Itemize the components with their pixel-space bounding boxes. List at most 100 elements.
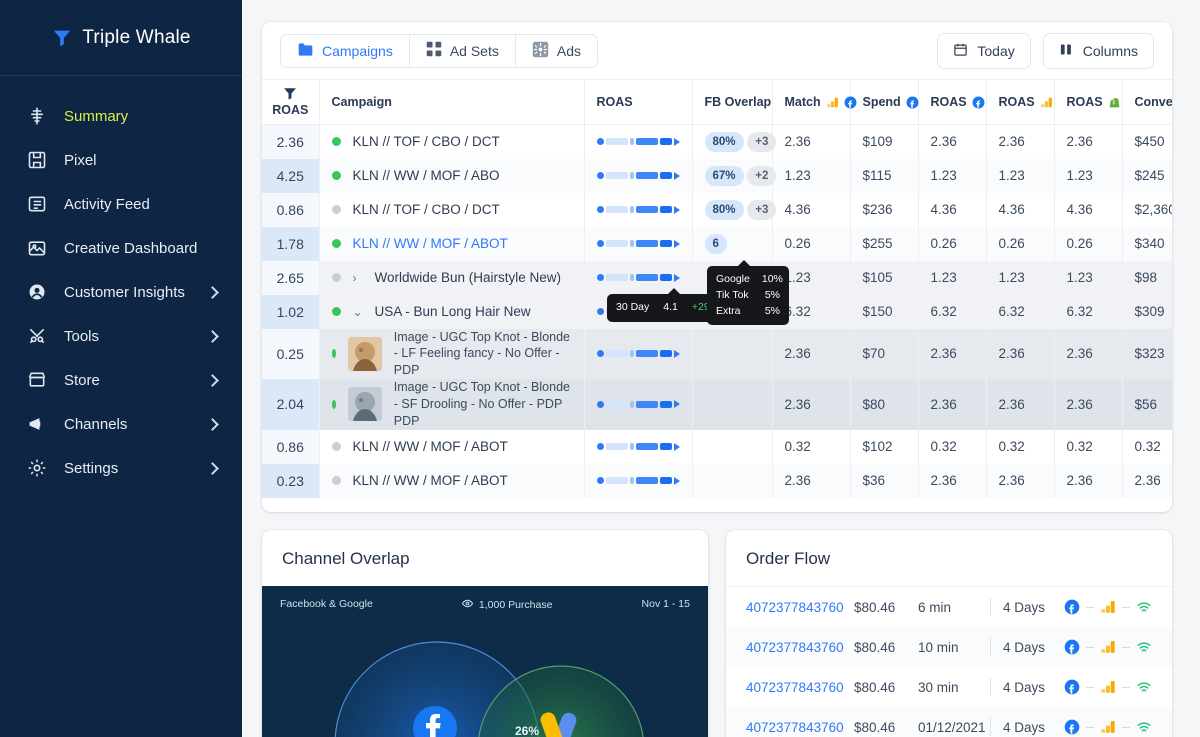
spark-segment [606, 274, 628, 281]
column-header-roas-spark[interactable]: ROAS [584, 80, 692, 125]
roas-sparkline[interactable] [597, 138, 680, 146]
column-header-match[interactable]: Match [772, 80, 850, 125]
chevron-right-icon[interactable] [206, 418, 219, 431]
tab-ad-sets[interactable]: Ad Sets [410, 35, 516, 67]
column-header-conversion-value[interactable]: Conver [1122, 80, 1172, 125]
facebook-icon [972, 96, 985, 109]
campaign-name[interactable]: Image - UGC Top Knot - Blonde - SF Drool… [394, 379, 572, 430]
sidebar-item-label: Activity Feed [64, 196, 220, 213]
table-row[interactable]: 4.25KLN // WW / MOF / ABO67% +21.23$1151… [262, 159, 1172, 193]
order-id-link[interactable]: 4072377843760 [746, 720, 854, 735]
channel-overlap-title: Channel Overlap [262, 530, 708, 586]
cell-conversion-value: 0.32 [1122, 430, 1172, 464]
chevron-right-icon[interactable]: › [353, 271, 363, 285]
table-row[interactable]: 0.23KLN // WW / MOF / ABOT2.36$362.362.3… [262, 464, 1172, 498]
roas-sparkline[interactable] [597, 443, 680, 451]
sidebar-item-label: Channels [64, 416, 192, 433]
fb-overlap-more[interactable]: +2 [747, 166, 776, 186]
column-header-fb-overlap[interactable]: FB Overlap [692, 80, 772, 125]
campaign-name[interactable]: KLN // WW / MOF / ABO [353, 168, 500, 183]
order-id-link[interactable]: 4072377843760 [746, 680, 854, 695]
roas-sparkline[interactable] [597, 240, 680, 248]
roas-sparkline[interactable] [597, 350, 680, 358]
today-date-button[interactable]: Today [937, 33, 1030, 69]
cell-roas-ga: 2.36 [986, 464, 1054, 498]
status-dot [332, 273, 341, 282]
status-dot [332, 307, 341, 316]
roas-sparkline[interactable] [597, 477, 680, 485]
campaign-name[interactable]: KLN // TOF / CBO / DCT [353, 202, 500, 217]
campaign-name[interactable]: KLN // WW / MOF / ABOT [353, 236, 508, 251]
sidebar-item-settings[interactable]: Settings [0, 446, 242, 490]
overlap-percentage: 26% [515, 724, 539, 737]
cell-campaign: › Worldwide Bun (Hairstyle New) [319, 261, 584, 295]
order-id-link[interactable]: 4072377843760 [746, 640, 854, 655]
campaign-name[interactable]: KLN // TOF / CBO / DCT [353, 134, 500, 149]
table-row[interactable]: 0.86KLN // WW / MOF / ABOT0.32$1020.320.… [262, 430, 1172, 464]
campaign-name[interactable]: KLN // WW / MOF / ABOT [353, 439, 508, 454]
sidebar-item-summary[interactable]: Summary [0, 94, 242, 138]
facebook-icon [1064, 719, 1080, 735]
columns-button[interactable]: Columns [1043, 33, 1154, 69]
fb-overlap-percent: 80% [705, 132, 744, 152]
column-header-roas-filter[interactable]: ROAS [262, 80, 319, 125]
divider [990, 598, 991, 616]
cell-fb-overlap [692, 329, 772, 380]
campaign-name[interactable]: KLN // WW / MOF / ABOT [353, 473, 508, 488]
table-row[interactable]: 0.25Image - UGC Top Knot - Blonde - LF F… [262, 329, 1172, 380]
sidebar-item-creative-dashboard[interactable]: Creative Dashboard [0, 226, 242, 270]
tab-label: Ad Sets [450, 43, 499, 59]
chevron-right-icon[interactable] [206, 374, 219, 387]
campaign-name[interactable]: USA - Bun Long Hair New [375, 304, 531, 319]
column-header-roas-shopify[interactable]: ROAS [1054, 80, 1122, 125]
column-header-spend[interactable]: Spend [850, 80, 918, 125]
cell-roas-sparkline [584, 159, 692, 193]
table-row[interactable]: 1.78KLN // WW / MOF / ABOT60.26$2550.260… [262, 227, 1172, 261]
sidebar-item-pixel[interactable]: Pixel [0, 138, 242, 182]
tab-label: Ads [557, 43, 581, 59]
sidebar-item-store[interactable]: Store [0, 358, 242, 402]
store-icon [26, 369, 48, 391]
tab-ads[interactable]: Ads [516, 35, 597, 67]
chevron-right-icon[interactable] [206, 462, 219, 475]
column-header-campaign[interactable]: Campaign [319, 80, 584, 125]
order-flow-row[interactable]: 4072377843760$80.466 min4 Days [726, 587, 1172, 627]
chevron-right-icon[interactable] [206, 286, 219, 299]
tooltip-period: 30 Day [616, 300, 649, 316]
tab-campaigns[interactable]: Campaigns [281, 35, 410, 67]
cell-spend: $102 [850, 430, 918, 464]
cell-conversion-value: 2.36 [1122, 464, 1172, 498]
roas-sparkline[interactable] [597, 206, 680, 214]
column-header-roas-fb[interactable]: ROAS [918, 80, 986, 125]
table-toolbar: Campaigns Ad Sets Ads Today [262, 22, 1172, 79]
fb-overlap-more[interactable]: +3 [747, 200, 776, 220]
sidebar-item-customer-insights[interactable]: Customer Insights [0, 270, 242, 314]
table-row[interactable]: 2.36KLN // TOF / CBO / DCT80% +32.36$109… [262, 125, 1172, 159]
roas-sparkline[interactable] [597, 400, 680, 408]
sidebar-item-activity-feed[interactable]: Activity Feed [0, 182, 242, 226]
campaign-name[interactable]: Image - UGC Top Knot - Blonde - LF Feeli… [394, 329, 572, 380]
spark-segment [630, 477, 634, 484]
sidebar-item-channels[interactable]: Channels [0, 402, 242, 446]
cell-campaign: KLN // WW / MOF / ABOT [319, 227, 584, 261]
cell-spend: $255 [850, 227, 918, 261]
table-row[interactable]: 2.04Image - UGC Top Knot - Blonde - SF D… [262, 379, 1172, 430]
campaign-name[interactable]: Worldwide Bun (Hairstyle New) [375, 270, 562, 285]
order-flow-row[interactable]: 4072377843760$80.4610 min4 Days [726, 627, 1172, 667]
order-id-link[interactable]: 4072377843760 [746, 600, 854, 615]
chevron-down-icon[interactable]: ⌄ [353, 305, 363, 319]
fb-overlap-more[interactable]: +3 [747, 132, 776, 152]
roas-sparkline[interactable] [597, 274, 680, 282]
order-flow-row[interactable]: 4072377843760$80.4630 min4 Days [726, 667, 1172, 707]
table-row[interactable]: 0.86KLN // TOF / CBO / DCT80% +34.36$236… [262, 193, 1172, 227]
roas-sparkline[interactable] [597, 172, 680, 180]
brand-logo-area[interactable]: Triple Whale [0, 0, 242, 76]
sidebar: Triple Whale SummaryPixel Activity Feed Cr… [0, 0, 242, 737]
cell-fb-overlap [692, 379, 772, 430]
order-flow-row[interactable]: 4072377843760$80.4601/12/20214 Days [726, 707, 1172, 737]
chevron-right-icon[interactable] [206, 330, 219, 343]
cell-fb-overlap: 67% +2 [692, 159, 772, 193]
column-header-roas-ga[interactable]: ROAS [986, 80, 1054, 125]
spark-segment [606, 443, 628, 450]
sidebar-item-tools[interactable]: Tools [0, 314, 242, 358]
